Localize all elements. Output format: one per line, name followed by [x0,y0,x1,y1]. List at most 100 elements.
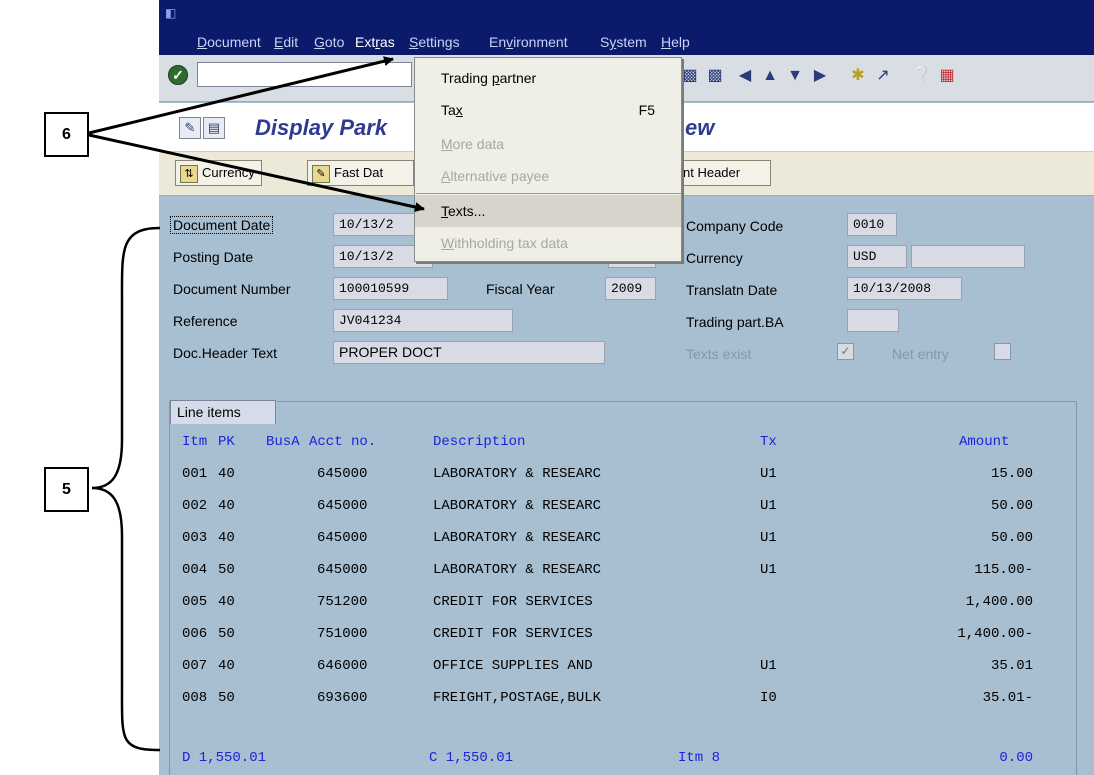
col-header-busa[interactable]: BusA [266,434,300,450]
row-pk: 40 [218,530,235,546]
next-page-icon[interactable]: ▼ [784,65,806,87]
currency-label: Currency [686,250,743,266]
page-title-end: ew [685,115,715,140]
document-number-field[interactable]: 100010599 [333,277,448,300]
net-entry-label: Net entry [892,346,949,362]
row-amount: 15.00 [990,466,1033,482]
document-header-button[interactable]: nt Header [679,160,771,186]
row-tx: U1 [760,466,777,482]
row-acct: 751000 [317,626,368,642]
doc-header-text-field[interactable]: PROPER DOCT [333,341,605,364]
row-desc: LABORATORY & RESEARC [433,498,602,514]
previous-page-icon[interactable]: ▲ [759,65,781,87]
menu-item-more-data: More data [441,136,505,152]
find-icon[interactable]: ▩ [679,65,701,87]
first-page-icon[interactable]: ◀ [734,65,756,87]
row-tx: U1 [760,498,777,514]
currency-text-field [911,245,1025,268]
help-icon[interactable]: ❔ [911,65,933,87]
layout-icon[interactable]: ▦ [936,65,958,87]
currency-button[interactable]: ⇅ Currency [175,160,262,186]
company-code-field[interactable]: 0010 [847,213,897,236]
line-items-tab[interactable]: Line items [170,400,276,424]
new-session-icon[interactable]: ✱ [847,65,869,87]
col-header-amount[interactable]: Amount [959,434,1009,450]
doc-header-text-label: Doc.Header Text [173,345,278,361]
display-change-icon[interactable]: ✎ [179,117,201,139]
row-desc: LABORATORY & RESEARC [433,466,602,482]
currency-field[interactable]: USD [847,245,907,268]
row-desc: CREDIT FOR SERVICES [433,594,593,610]
enter-icon[interactable]: ✓ [168,65,188,85]
menu-edit[interactable]: Edit [274,34,298,50]
command-field[interactable] [197,62,412,87]
menu-document[interactable]: Document [197,34,261,50]
row-acct: 645000 [317,466,368,482]
currency-icon: ⇅ [180,164,198,183]
row-amount: 50.00 [990,530,1033,546]
shortcut-icon[interactable]: ↗ [872,65,894,87]
row-itm: 003 [182,530,208,546]
row-acct: 645000 [317,530,368,546]
total-debit: D 1,550.01 [182,750,267,766]
menu-help[interactable]: Help [661,34,690,50]
col-header-acct[interactable]: Acct no. [309,434,376,450]
menu-goto[interactable]: Goto [314,34,344,50]
find-next-icon[interactable]: ▩ [704,65,726,87]
translation-date-field[interactable]: 10/13/2008 [847,277,962,300]
menu-environment[interactable]: Environment [489,34,568,50]
menu-item-texts[interactable]: Texts... [415,195,681,227]
total-balance: 0.00 [999,750,1033,766]
menu-item-trading-partner[interactable]: Trading partner [415,62,681,94]
callout-5: 5 [44,467,89,512]
menu-settings[interactable]: Settings [409,34,460,50]
row-pk: 50 [218,690,235,706]
net-entry-checkbox [994,343,1011,360]
row-desc: LABORATORY & RESEARC [433,530,602,546]
row-itm: 004 [182,562,208,578]
row-pk: 40 [218,594,235,610]
col-header-pk[interactable]: PK [218,434,235,450]
col-header-itm[interactable]: Itm [182,434,207,450]
row-itm: 008 [182,690,208,706]
row-desc: CREDIT FOR SERVICES [433,626,593,642]
col-header-description[interactable]: Description [433,434,525,450]
row-amount: 1,400.00- [957,626,1033,642]
menu-extras[interactable]: Extras [355,34,395,50]
row-itm: 001 [182,466,208,482]
row-pk: 40 [218,466,235,482]
system-menu-icon[interactable]: ◧ [165,6,176,20]
row-desc: OFFICE SUPPLIES AND [433,658,593,674]
fiscal-year-field[interactable]: 2009 [605,277,656,300]
row-acct: 693600 [317,690,368,706]
reference-field[interactable]: JV041234 [333,309,513,332]
menu-system[interactable]: System [600,34,647,50]
row-tx: I0 [760,690,777,706]
row-pk: 50 [218,626,235,642]
menu-item-tax[interactable]: Tax F5 [415,94,681,126]
last-page-icon[interactable]: ▶ [809,65,831,87]
trading-part-ba-field[interactable] [847,309,899,332]
row-amount: 115.00- [974,562,1033,578]
fast-data-entry-icon: ✎ [312,164,330,183]
texts-exist-checkbox: ✓ [837,343,854,360]
texts-exist-label: Texts exist [686,346,752,362]
callout-6: 6 [44,112,89,157]
row-itm: 006 [182,626,208,642]
row-tx: U1 [760,658,777,674]
fast-data-entry-button[interactable]: ✎ Fast Dat [307,160,414,186]
total-credit: C 1,550.01 [429,750,514,766]
menu-item-withholding-tax-data: Withholding tax data [441,235,568,251]
reference-label: Reference [173,313,238,329]
document-overview-icon[interactable]: ▤ [203,117,225,139]
row-amount: 35.01- [982,690,1033,706]
company-code-label: Company Code [686,218,784,234]
menu-separator [416,193,682,194]
row-desc: LABORATORY & RESEARC [433,562,602,578]
row-pk: 40 [218,658,235,674]
row-itm: 005 [182,594,208,610]
col-header-tx[interactable]: Tx [760,434,777,450]
tax-shortcut: F5 [638,102,655,118]
row-pk: 50 [218,562,235,578]
menu-bar: ◧ Document Edit Goto Extras Settings Env… [159,0,1094,55]
